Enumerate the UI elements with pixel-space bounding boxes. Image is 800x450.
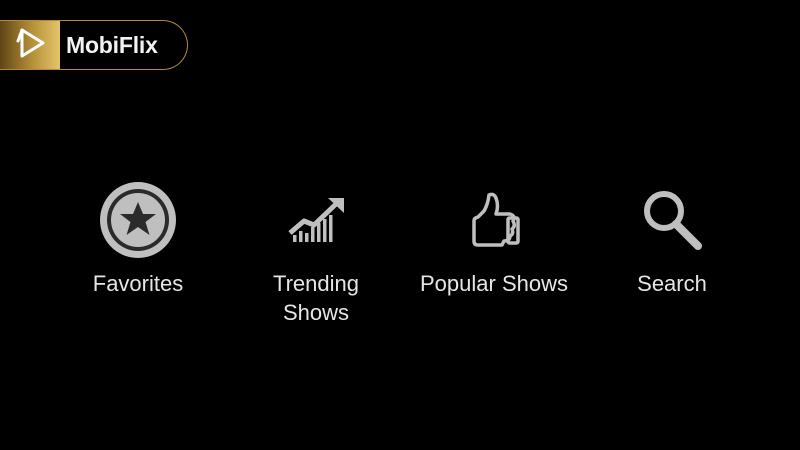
brand-logo-badge — [0, 21, 60, 69]
star-badge-icon — [96, 178, 180, 262]
brand-name: MobiFlix — [66, 31, 158, 58]
menu-item-favorites[interactable]: Favorites — [48, 178, 228, 298]
menu-item-label: Search — [637, 271, 707, 296]
thumbs-up-icon — [452, 178, 536, 262]
menu-item-popular-shows[interactable]: Popular Shows — [404, 178, 584, 298]
menu-item-search[interactable]: Search — [582, 178, 762, 298]
menu-item-trending-shows[interactable]: Trending Shows — [226, 178, 406, 327]
brand-logo: MobiFlix — [0, 20, 188, 70]
search-icon — [630, 178, 714, 262]
menu-item-label: Trending Shows — [272, 271, 359, 325]
play-logo-icon — [13, 26, 47, 65]
trending-chart-icon — [274, 178, 358, 262]
menu-item-label: Favorites — [92, 271, 184, 296]
menu-item-label: Popular Shows — [420, 271, 568, 296]
